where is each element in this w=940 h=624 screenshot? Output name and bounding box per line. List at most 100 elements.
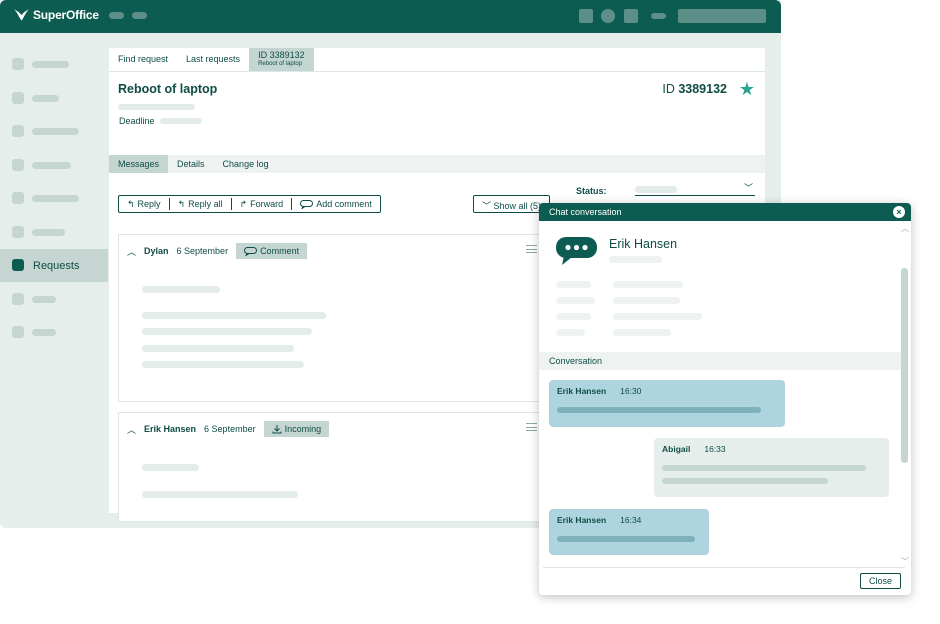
request-id-prefix: ID: [662, 82, 675, 96]
text-placeholder: [142, 328, 312, 335]
reply-button[interactable]: ↰ Reply: [119, 198, 170, 210]
comment-icon: [300, 199, 314, 209]
chevron-down-icon: ﹀: [482, 201, 492, 211]
text-placeholder: [142, 361, 304, 368]
topbar-menu-placeholder[interactable]: [109, 12, 124, 19]
text-placeholder: [142, 286, 220, 293]
sidebar-item-label-placeholder: [32, 162, 71, 169]
text-placeholder: [613, 329, 671, 336]
app-name: SuperOffice: [33, 8, 99, 22]
request-id: ID 3389132: [662, 82, 727, 96]
chat-message-time: 16:33: [704, 444, 726, 454]
hamburger-menu-icon[interactable]: [526, 245, 537, 256]
tab-details[interactable]: Details: [168, 155, 214, 173]
message-date: 6 September: [176, 246, 229, 256]
chat-dialog-title: Chat conversation: [549, 207, 622, 217]
scroll-up-icon[interactable]: ︿: [901, 223, 909, 234]
topbar-icon-placeholder[interactable]: [651, 13, 666, 19]
sidebar-item-icon: [12, 125, 24, 137]
tab-change-log[interactable]: Change log: [214, 155, 278, 173]
text-placeholder: [613, 313, 702, 320]
sidebar-item[interactable]: [0, 48, 108, 81]
forward-button[interactable]: ↱ Forward: [232, 198, 293, 210]
reply-all-icon: ↰: [177, 198, 186, 209]
status-select-underline[interactable]: [635, 195, 755, 196]
text-placeholder: [142, 491, 298, 498]
sidebar-item-icon: [12, 192, 24, 204]
message-type-badge: Incoming: [263, 421, 330, 437]
text-placeholder: [556, 329, 585, 336]
chat-text-placeholder: [662, 478, 828, 484]
superoffice-logo[interactable]: SuperOffice: [13, 8, 99, 22]
request-subtabs: Messages Details Change log: [109, 155, 765, 173]
text-placeholder: [556, 313, 591, 320]
sidebar-item-icon: [12, 293, 24, 305]
tab-messages[interactable]: Messages: [109, 155, 169, 173]
sidebar-item-icon: [12, 58, 24, 70]
sidebar-item[interactable]: [0, 82, 108, 115]
reply-all-button[interactable]: ↰ Reply all: [170, 198, 232, 210]
sidebar-item-label-placeholder: [32, 61, 69, 68]
close-icon[interactable]: ×: [893, 206, 905, 218]
scrollbar-thumb[interactable]: [901, 268, 908, 463]
message-card[interactable]: ︿ Erik Hansen 6 September Incoming: [118, 412, 548, 522]
requests-icon: [12, 259, 24, 271]
text-placeholder: [142, 345, 294, 352]
sidebar-item[interactable]: [0, 149, 108, 182]
comment-icon: [244, 246, 258, 256]
message-header: ︿ Erik Hansen 6 September Incoming: [127, 421, 330, 437]
chat-text-placeholder: [557, 407, 761, 413]
chat-bubble-icon: [556, 237, 597, 270]
conversation-section-header: Conversation: [539, 352, 901, 370]
chat-scrollbar[interactable]: ︿ ﹀: [900, 223, 909, 568]
favorite-star-icon[interactable]: ★: [739, 79, 755, 100]
chevron-down-icon[interactable]: ﹀: [744, 181, 753, 194]
top-bar: SuperOffice: [0, 0, 781, 33]
request-tabs: Find request Last requests ID 3389132 Re…: [109, 48, 765, 72]
chat-message-author: Erik Hansen: [557, 386, 607, 396]
chat-text-placeholder: [557, 536, 695, 542]
sidebar-item[interactable]: [0, 283, 108, 316]
status-panel: Status: ﹀: [565, 175, 765, 205]
text-placeholder: [556, 297, 595, 304]
tab-last-requests[interactable]: Last requests: [177, 48, 249, 71]
text-placeholder: [142, 464, 199, 471]
message-author: Erik Hansen: [144, 424, 197, 434]
chat-contact-name: Erik Hansen: [609, 237, 678, 251]
reply-icon: ↰: [127, 198, 135, 209]
sidebar-item[interactable]: [0, 216, 108, 249]
sidebar-item[interactable]: [0, 115, 108, 148]
hamburger-menu-icon[interactable]: [526, 423, 537, 434]
sidebar-item[interactable]: [0, 182, 108, 215]
close-button[interactable]: Close: [859, 573, 901, 589]
sidebar-item-icon: [12, 159, 24, 171]
tab-find-request[interactable]: Find request: [109, 48, 177, 71]
sidebar-item-icon: [12, 226, 24, 238]
chevron-up-icon[interactable]: ︿: [127, 423, 136, 436]
sidebar-item-label-placeholder: [32, 128, 79, 135]
tab-current-request[interactable]: ID 3389132 Reboot of laptop: [249, 48, 314, 71]
message-date: 6 September: [204, 424, 256, 434]
add-comment-button[interactable]: Add comment: [292, 198, 380, 210]
download-icon: [272, 425, 282, 434]
topbar-search-placeholder[interactable]: [678, 9, 766, 23]
sidebar-item[interactable]: [0, 316, 108, 349]
sidebar-item-label-placeholder: [32, 195, 79, 202]
chat-footer-divider: [543, 567, 905, 568]
topbar-icon-placeholder[interactable]: [579, 9, 593, 23]
forward-icon: ↱: [239, 198, 248, 209]
scroll-down-icon[interactable]: ﹀: [901, 556, 909, 567]
message-header: ︿ Dylan 6 September Comment: [127, 243, 308, 259]
topbar-icon-placeholder[interactable]: [601, 9, 615, 23]
chat-text-placeholder: [662, 465, 866, 471]
reply-all-label: Reply all: [188, 199, 223, 209]
status-label: Status:: [576, 186, 607, 196]
topbar-icon-placeholder[interactable]: [624, 9, 638, 23]
chevron-up-icon[interactable]: ︿: [127, 245, 136, 258]
text-placeholder: [556, 281, 591, 288]
topbar-menu-placeholder[interactable]: [132, 12, 147, 19]
sidebar-item-requests[interactable]: Requests: [0, 249, 108, 282]
message-card[interactable]: ︿ Dylan 6 September Comment: [118, 234, 548, 402]
forward-label: Forward: [250, 199, 284, 209]
chat-message-author: Erik Hansen: [557, 515, 607, 525]
